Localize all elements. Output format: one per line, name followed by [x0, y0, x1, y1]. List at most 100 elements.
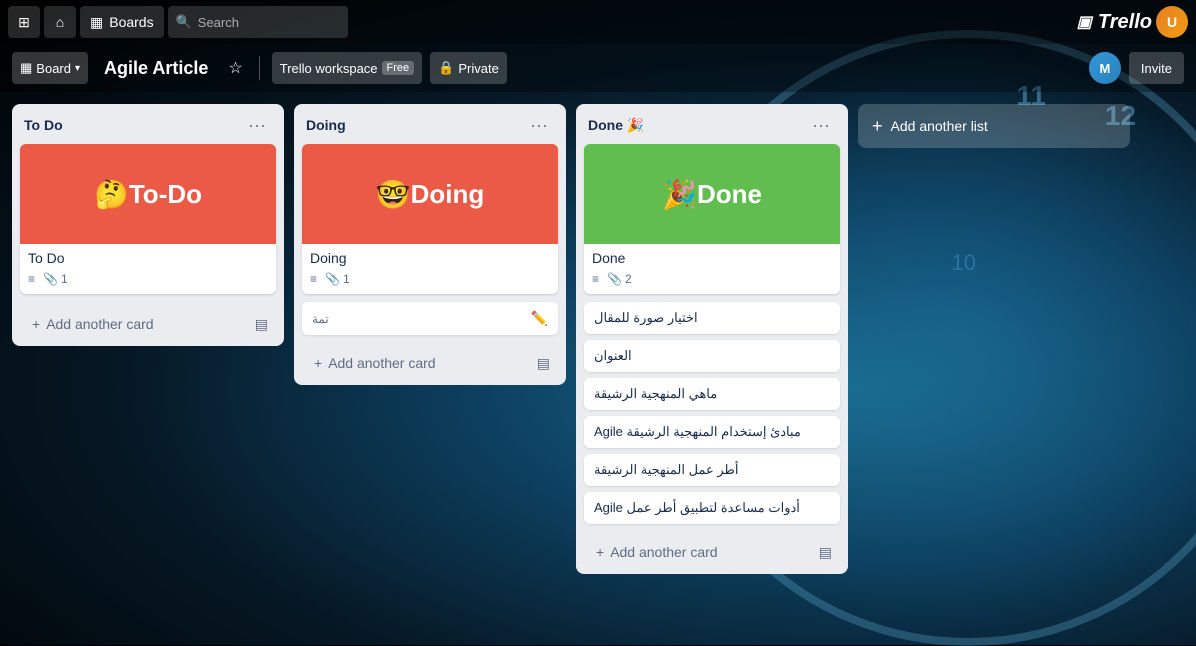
- list-done-add-row: + Add another card ▤: [584, 538, 840, 566]
- clip-icon: 📎: [607, 272, 622, 286]
- edit-pencil-icon[interactable]: ✏️: [531, 310, 548, 327]
- card-template-done-button[interactable]: ▤: [815, 540, 836, 565]
- list-todo: To Do ··· 🤔 To-Do To Do ≡ 📎 1: [12, 104, 284, 346]
- card-done-simple-2[interactable]: العنوان: [584, 340, 840, 372]
- board-nav-left: ▦ Board ▾ Agile Article ☆ Trello workspa…: [12, 52, 1081, 84]
- card-done-1-emoji: 🎉: [662, 178, 697, 211]
- add-card-doing-label: Add another card: [328, 355, 435, 371]
- card-doing-1-cover-text: Doing: [411, 179, 485, 210]
- search-bar[interactable]: 🔍: [168, 6, 348, 38]
- search-input[interactable]: [198, 15, 340, 30]
- card-done-simple-5[interactable]: أطر عمل المنهجية الرشيقة: [584, 454, 840, 486]
- list-done: Done 🎉 ··· 🎉 Done Done ≡ 📎 2: [576, 104, 848, 574]
- card-todo-1-attachment-count: 1: [61, 272, 68, 286]
- board-view-icon: ▦: [20, 60, 32, 76]
- card-done-1-attachment: 📎 2: [607, 272, 632, 286]
- trello-logo: ▣ Trello: [1077, 11, 1152, 34]
- add-card-todo-button[interactable]: + Add another card: [24, 310, 251, 338]
- card-done-simple-6[interactable]: أدوات مساعدة لتطبيق أطر عمل Agile: [584, 492, 840, 524]
- list-doing-header: Doing ···: [294, 104, 566, 144]
- card-doing-1-body: Doing ≡ 📎 1: [302, 244, 558, 294]
- star-button[interactable]: ☆: [224, 54, 246, 82]
- card-todo-1[interactable]: 🤔 To-Do To Do ≡ 📎 1: [20, 144, 276, 294]
- board-view-label: Board: [36, 61, 71, 76]
- trello-label: Trello: [1098, 11, 1152, 34]
- private-label: Private: [458, 61, 498, 76]
- invite-button[interactable]: Invite: [1129, 52, 1184, 84]
- lock-icon: 🔒: [438, 60, 454, 76]
- add-list-button[interactable]: + Add another list: [858, 104, 1130, 148]
- card-done-1-body: Done ≡ 📎 2: [584, 244, 840, 294]
- list-doing-menu-button[interactable]: ···: [524, 114, 554, 136]
- card-todo-1-body: To Do ≡ 📎 1: [20, 244, 276, 294]
- list-done-header: Done 🎉 ···: [576, 104, 848, 144]
- card-doing-1-cover: 🤓 Doing: [302, 144, 558, 244]
- card-template-todo-button[interactable]: ▤: [251, 312, 272, 337]
- member-avatar[interactable]: M: [1089, 52, 1121, 84]
- card-doing-editing[interactable]: ✏️ تمة: [302, 302, 558, 335]
- card-doing-1-attachment: 📎 1: [325, 272, 350, 286]
- add-list-label: Add another list: [891, 118, 988, 134]
- boards-label: Boards: [109, 14, 153, 30]
- home-button[interactable]: ⌂: [44, 6, 76, 38]
- list-todo-menu-button[interactable]: ···: [242, 114, 272, 136]
- list-doing-title: Doing: [306, 117, 346, 133]
- workspace-label: Trello workspace: [280, 61, 378, 76]
- clip-icon: 📎: [325, 272, 340, 286]
- list-done-footer: + Add another card ▤: [576, 530, 848, 574]
- list-doing: Doing ··· 🤓 Doing Doing ≡ 📎 1: [294, 104, 566, 385]
- free-badge: Free: [382, 61, 415, 75]
- list-todo-add-row: + Add another card ▤: [20, 310, 276, 338]
- board-nav-right: M Invite: [1089, 52, 1184, 84]
- card-done-1[interactable]: 🎉 Done Done ≡ 📎 2: [584, 144, 840, 294]
- board-dropdown-icon: ▾: [75, 63, 80, 74]
- card-doing-1-emoji: 🤓: [376, 178, 411, 211]
- plus-icon: +: [596, 544, 604, 560]
- user-avatar[interactable]: U: [1156, 6, 1188, 38]
- divider: [259, 56, 260, 80]
- workspace-button[interactable]: Trello workspace Free: [272, 52, 422, 84]
- private-button[interactable]: 🔒 Private: [430, 52, 507, 84]
- trello-icon: ▣: [1077, 12, 1092, 32]
- list-done-title: Done 🎉: [588, 117, 644, 134]
- add-card-done-button[interactable]: + Add another card: [588, 538, 815, 566]
- card-doing-1-title: Doing: [310, 250, 550, 266]
- boards-button[interactable]: ▦ Boards: [80, 6, 164, 38]
- board-view-toggle[interactable]: ▦ Board ▾: [12, 52, 88, 84]
- card-done-simple-4[interactable]: مبادئ إستخدام المنهجية الرشيقة Agile: [584, 416, 840, 448]
- plus-icon: +: [872, 116, 883, 137]
- card-done-simple-3[interactable]: ماهي المنهجية الرشيقة: [584, 378, 840, 410]
- list-todo-footer: + Add another card ▤: [12, 302, 284, 346]
- editing-card-label: تمة: [312, 312, 329, 326]
- board-navigation: ▦ Board ▾ Agile Article ☆ Trello workspa…: [0, 44, 1196, 92]
- card-todo-1-description-icon: ≡: [28, 272, 35, 286]
- card-done-1-cover-text: Done: [697, 179, 762, 210]
- add-card-todo-label: Add another card: [46, 316, 153, 332]
- top-navigation: ⊞ ⌂ ▦ Boards 🔍 ▣ Trello U: [0, 0, 1196, 44]
- list-doing-add-row: + Add another card ▤: [302, 349, 558, 377]
- card-done-1-description-icon: ≡: [592, 272, 599, 286]
- card-doing-1-description-icon: ≡: [310, 272, 317, 286]
- card-todo-1-title: To Do: [28, 250, 268, 266]
- card-todo-1-emoji: 🤔: [94, 178, 129, 211]
- card-done-1-cover: 🎉 Done: [584, 144, 840, 244]
- list-done-menu-button[interactable]: ···: [806, 114, 836, 136]
- board-icon: ▦: [90, 14, 103, 31]
- card-done-simple-1[interactable]: اختيار صورة للمقال: [584, 302, 840, 334]
- add-card-doing-button[interactable]: + Add another card: [306, 349, 533, 377]
- list-todo-cards: 🤔 To-Do To Do ≡ 📎 1: [12, 144, 284, 302]
- card-todo-1-meta: ≡ 📎 1: [28, 270, 268, 290]
- card-done-1-title: Done: [592, 250, 832, 266]
- plus-icon: +: [314, 355, 322, 371]
- card-todo-1-attachment: 📎 1: [43, 272, 68, 286]
- card-todo-1-cover-text: To-Do: [129, 179, 202, 210]
- plus-icon: +: [32, 316, 40, 332]
- card-todo-1-cover: 🤔 To-Do: [20, 144, 276, 244]
- card-template-doing-button[interactable]: ▤: [533, 351, 554, 376]
- board-title[interactable]: Agile Article: [96, 54, 216, 83]
- apps-button[interactable]: ⊞: [8, 6, 40, 38]
- list-doing-footer: + Add another card ▤: [294, 341, 566, 385]
- list-doing-cards: 🤓 Doing Doing ≡ 📎 1 ✏️ تم: [294, 144, 566, 341]
- card-doing-1[interactable]: 🤓 Doing Doing ≡ 📎 1: [302, 144, 558, 294]
- list-todo-header: To Do ···: [12, 104, 284, 144]
